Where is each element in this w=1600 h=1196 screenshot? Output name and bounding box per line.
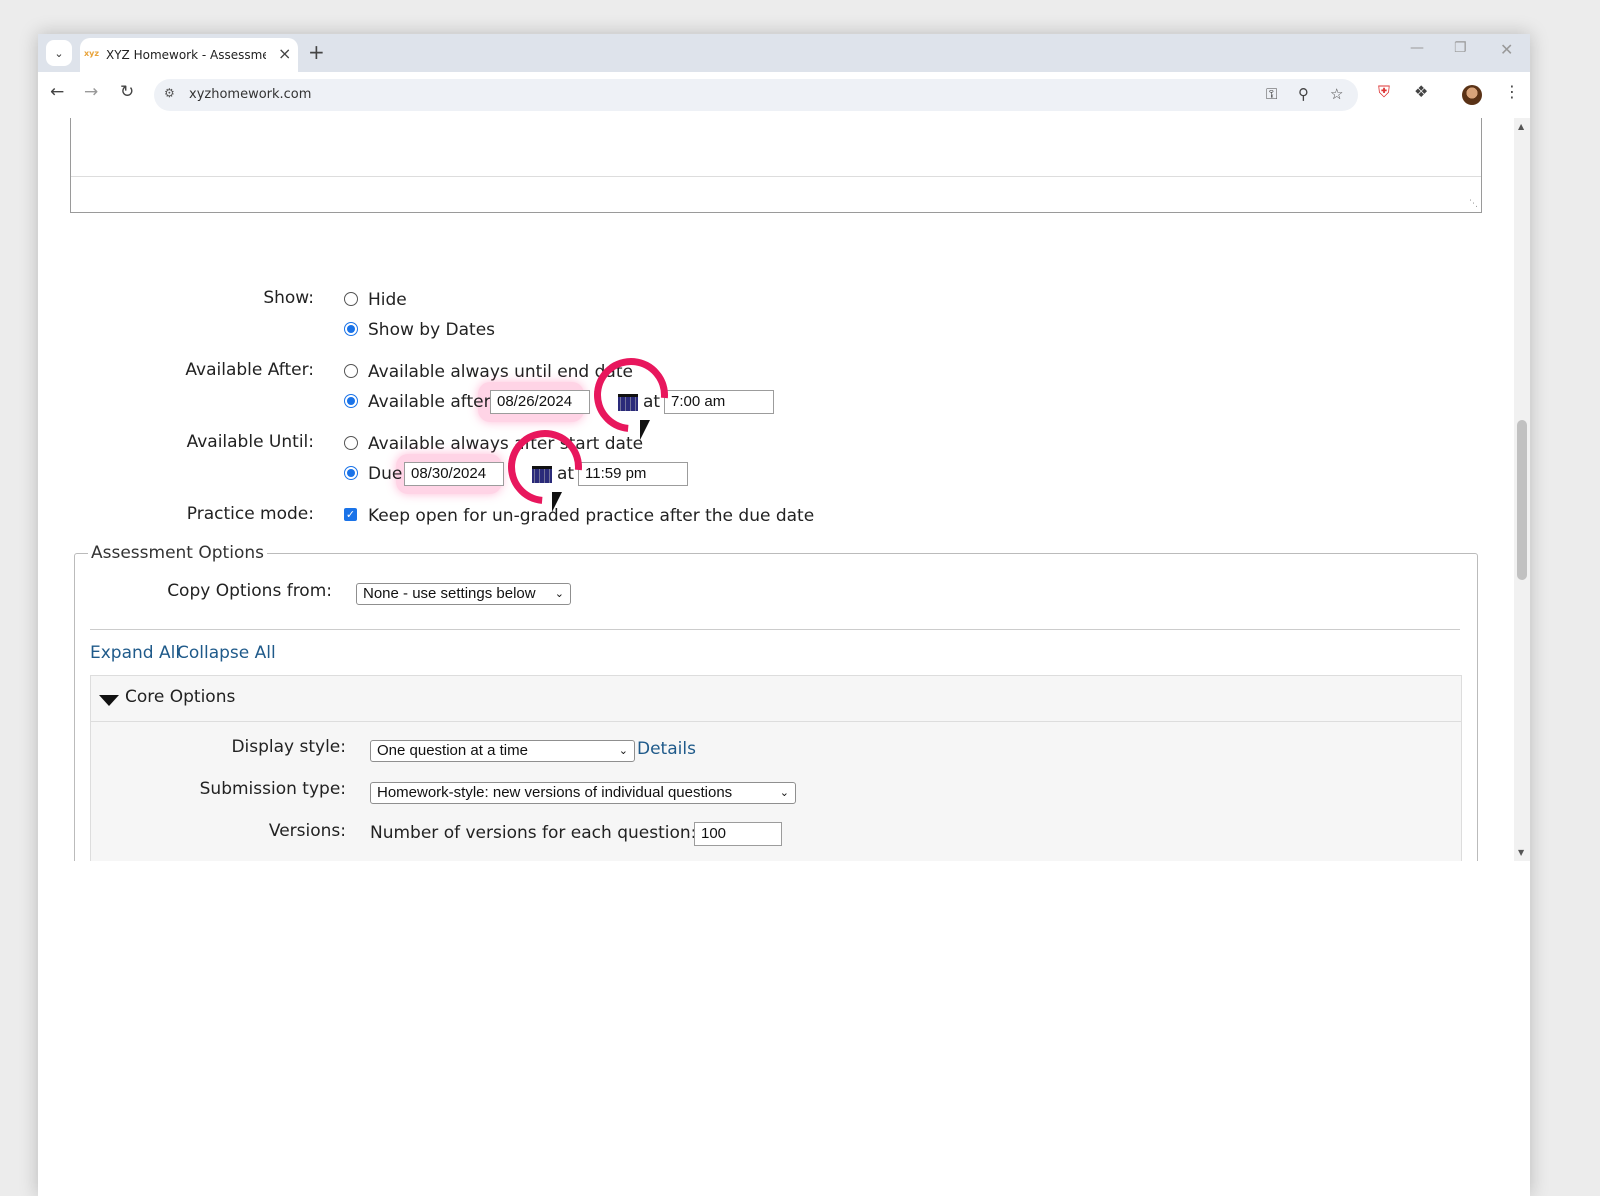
submission-type-label: Submission type: xyxy=(199,779,346,799)
available-until-label: Available Until: xyxy=(186,432,314,452)
scroll-down-icon[interactable]: ▼ xyxy=(1518,848,1524,857)
submission-type-select[interactable]: Homework-style: new versions of individu… xyxy=(370,782,796,804)
chevron-down-icon: ⌄ xyxy=(618,745,628,757)
core-options-title: Core Options xyxy=(125,687,236,707)
radio-available-always-until-end[interactable] xyxy=(344,364,358,378)
browser-toolbar: ← → ↻ ⚙ xyzhomework.com ⚿ ⚲ ☆ ⛨ ❖ ⋮ xyxy=(38,72,1530,119)
radio-available-always-after-start[interactable] xyxy=(344,436,358,450)
radio-hide-label[interactable]: Hide xyxy=(368,290,407,310)
minimize-icon[interactable]: — xyxy=(1410,40,1424,56)
due-label[interactable]: Due xyxy=(368,464,402,484)
copy-options-value: None - use settings below xyxy=(363,585,536,602)
start-date-input[interactable]: 08/26/2024 xyxy=(490,390,590,414)
tab-search-icon[interactable]: ⌄ xyxy=(46,40,72,66)
restore-icon[interactable]: ❐ xyxy=(1454,40,1467,56)
submission-type-value: Homework-style: new versions of individu… xyxy=(377,784,733,801)
back-arrow-icon[interactable]: ← xyxy=(50,82,64,102)
url-text: xyzhomework.com xyxy=(189,87,312,102)
radio-show-by-dates[interactable] xyxy=(344,322,358,336)
core-options-panel: Core Options Display style: One question… xyxy=(90,675,1462,861)
tab-strip: ⌄ xyz XYZ Homework - Assessment S × + — … xyxy=(38,34,1530,72)
available-always-until-end-label[interactable]: Available always until end date xyxy=(368,362,633,382)
puzzle-icon[interactable]: ❖ xyxy=(1414,82,1428,101)
resize-grip-icon[interactable]: ⋱ xyxy=(1469,199,1478,209)
reload-icon[interactable]: ↻ xyxy=(120,82,134,102)
practice-mode-checkbox-label[interactable]: Keep open for un-graded practice after t… xyxy=(368,506,814,526)
radio-hide[interactable] xyxy=(344,292,358,306)
extension-shield-icon[interactable]: ⛨ xyxy=(1378,82,1390,102)
practice-mode-label: Practice mode: xyxy=(186,504,314,524)
password-key-icon[interactable]: ⚿ xyxy=(1266,85,1277,103)
forward-arrow-icon[interactable]: → xyxy=(84,82,98,102)
address-bar[interactable]: ⚙ xyzhomework.com ⚿ ⚲ ☆ xyxy=(154,79,1358,111)
assessment-options-legend: Assessment Options xyxy=(88,543,267,563)
due-calendar-ring xyxy=(492,414,598,520)
display-style-value: One question at a time xyxy=(377,742,528,759)
site-settings-icon[interactable]: ⚙ xyxy=(164,86,175,100)
tab-title: XYZ Homework - Assessment S xyxy=(106,48,266,62)
radio-available-after[interactable] xyxy=(344,394,358,408)
divider xyxy=(90,629,1460,630)
favicon-icon: xyz xyxy=(84,49,100,58)
available-after-label-text[interactable]: Available after xyxy=(368,392,491,412)
display-style-select[interactable]: One question at a time ⌄ xyxy=(370,740,635,762)
description-textarea[interactable]: ⋱ xyxy=(70,118,1482,213)
copy-options-label: Copy Options from: xyxy=(167,581,332,601)
star-icon[interactable]: ☆ xyxy=(1330,85,1343,103)
kebab-menu-icon[interactable]: ⋮ xyxy=(1504,82,1520,101)
scroll-up-icon[interactable]: ▲ xyxy=(1518,122,1524,131)
page-scrollbar[interactable]: ▲ ▼ xyxy=(1514,118,1530,861)
page-content: ⋱ Show: Hide Show by Dates Available Aft… xyxy=(38,118,1530,861)
browser-window: ⌄ xyz XYZ Homework - Assessment S × + — … xyxy=(38,34,1530,1196)
editor-status-bar xyxy=(71,176,1481,177)
versions-text: Number of versions for each question: xyxy=(370,823,697,843)
collapse-all-link[interactable]: Collapse All xyxy=(177,643,276,663)
radio-show-by-dates-label[interactable]: Show by Dates xyxy=(368,320,495,340)
chevron-down-icon: ⌄ xyxy=(779,787,789,799)
due-time-input[interactable]: 11:59 pm xyxy=(578,462,688,486)
versions-input[interactable]: 100 xyxy=(694,822,782,846)
versions-label: Versions: xyxy=(268,821,346,841)
copy-options-select[interactable]: None - use settings below ⌄ xyxy=(356,583,571,605)
window-close-icon[interactable]: ✕ xyxy=(1500,40,1513,59)
core-options-header[interactable]: Core Options xyxy=(91,676,1461,722)
collapse-triangle-icon[interactable] xyxy=(99,695,119,706)
practice-mode-checkbox[interactable]: ✓ xyxy=(344,508,357,521)
scroll-thumb[interactable] xyxy=(1517,420,1527,580)
chevron-down-icon: ⌄ xyxy=(554,588,564,600)
show-label: Show: xyxy=(263,288,314,308)
available-after-label: Available After: xyxy=(185,360,314,380)
due-date-input[interactable]: 08/30/2024 xyxy=(404,462,504,486)
zoom-icon[interactable]: ⚲ xyxy=(1298,85,1309,103)
blank-area xyxy=(38,861,1530,1196)
expand-all-link[interactable]: Expand All xyxy=(90,643,180,663)
browser-tab[interactable]: xyz XYZ Homework - Assessment S × xyxy=(80,38,298,72)
avatar[interactable] xyxy=(1462,85,1482,105)
available-always-after-start-label[interactable]: Available always after start date xyxy=(368,434,643,454)
start-calendar-ring xyxy=(578,342,684,448)
details-link[interactable]: Details xyxy=(637,739,696,759)
close-icon[interactable]: × xyxy=(278,44,291,63)
display-style-label: Display style: xyxy=(231,737,346,757)
start-time-input[interactable]: 7:00 am xyxy=(664,390,774,414)
radio-due[interactable] xyxy=(344,466,358,480)
plus-icon[interactable]: + xyxy=(308,40,325,64)
